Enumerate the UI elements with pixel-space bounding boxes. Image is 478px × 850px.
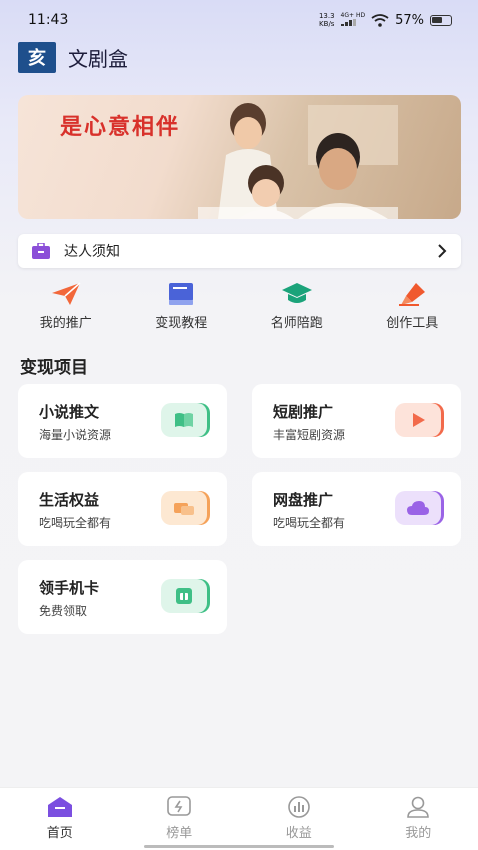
home-icon [47,797,72,817]
tab-label: 榜单 [166,826,193,841]
book-icon [169,283,194,305]
battery-icon [430,14,452,26]
tab-earnings[interactable]: 收益 [259,788,339,850]
ticket-icon [161,491,207,525]
notice-label: 达人须知 [64,244,120,260]
network-type: 4G+ HD [340,12,366,19]
section-title: 变现项目 [20,358,88,378]
project-card-sim-card[interactable]: 领手机卡 免费领取 [18,560,227,634]
quick-label: 创作工具 [386,316,439,331]
paper-plane-icon [51,282,81,305]
app-header: 亥 文剧盒 [18,40,128,74]
battery-percent: 57% [395,12,424,28]
project-card-cloud-drive[interactable]: 网盘推广 吃喝玩全都有 [252,472,461,546]
status-bar: 11:43 13.3 KB/s 4G+ HD 57% [0,0,478,40]
wifi-icon [371,13,389,27]
play-icon [395,403,441,437]
notice-bar[interactable]: 达人须知 [18,234,461,268]
quick-mentor[interactable]: 名师陪跑 [247,282,347,338]
speed-unit: KB/s [319,20,335,28]
signal-icon: 4G+ HD [340,12,366,28]
cloud-icon [395,491,441,525]
logo-glyph: 亥 [28,48,46,69]
promo-banner[interactable]: 是心意相伴 [18,95,461,219]
app-logo: 亥 [18,41,56,73]
pen-nib-icon [399,283,426,306]
quick-creation-tools[interactable]: 创作工具 [362,282,462,338]
tab-label: 收益 [285,826,312,841]
app-title: 文剧盒 [68,46,128,71]
tab-profile[interactable]: 我的 [378,788,458,850]
tab-label: 我的 [405,826,432,841]
briefcase-icon [32,243,50,259]
tab-ranking[interactable]: 榜单 [139,788,219,850]
project-card-short-drama[interactable]: 短剧推广 丰富短剧资源 [252,384,461,458]
project-card-life-benefits[interactable]: 生活权益 吃喝玩全都有 [18,472,227,546]
profile-icon [407,796,430,818]
tab-label: 首页 [46,826,73,841]
speed-value: 13.3 [318,12,335,20]
quick-tutorial[interactable]: 变现教程 [131,282,231,338]
graduation-cap-icon [281,283,312,303]
quick-label: 变现教程 [155,316,208,331]
sim-card-icon [161,579,207,613]
banner-photo [198,103,398,219]
network-speed: 13.3 KB/s [319,12,335,28]
tab-home[interactable]: 首页 [20,788,100,850]
earnings-icon [287,796,310,818]
status-time: 11:43 [28,12,69,28]
ranking-icon [167,796,192,816]
quick-my-promotion[interactable]: 我的推广 [16,282,116,338]
project-card-novel[interactable]: 小说推文 海量小说资源 [18,384,227,458]
home-indicator[interactable] [144,845,334,848]
book-open-icon [161,403,207,437]
quick-actions: 我的推广 变现教程 名师陪跑 创作工具 [0,282,478,338]
quick-label: 我的推广 [39,316,92,331]
chevron-right-icon [438,244,447,258]
quick-label: 名师陪跑 [270,316,323,331]
status-indicators: 13.3 KB/s 4G+ HD 57% [319,12,452,28]
bottom-tab-bar: 首页 榜单 收益 我的 [0,787,478,850]
